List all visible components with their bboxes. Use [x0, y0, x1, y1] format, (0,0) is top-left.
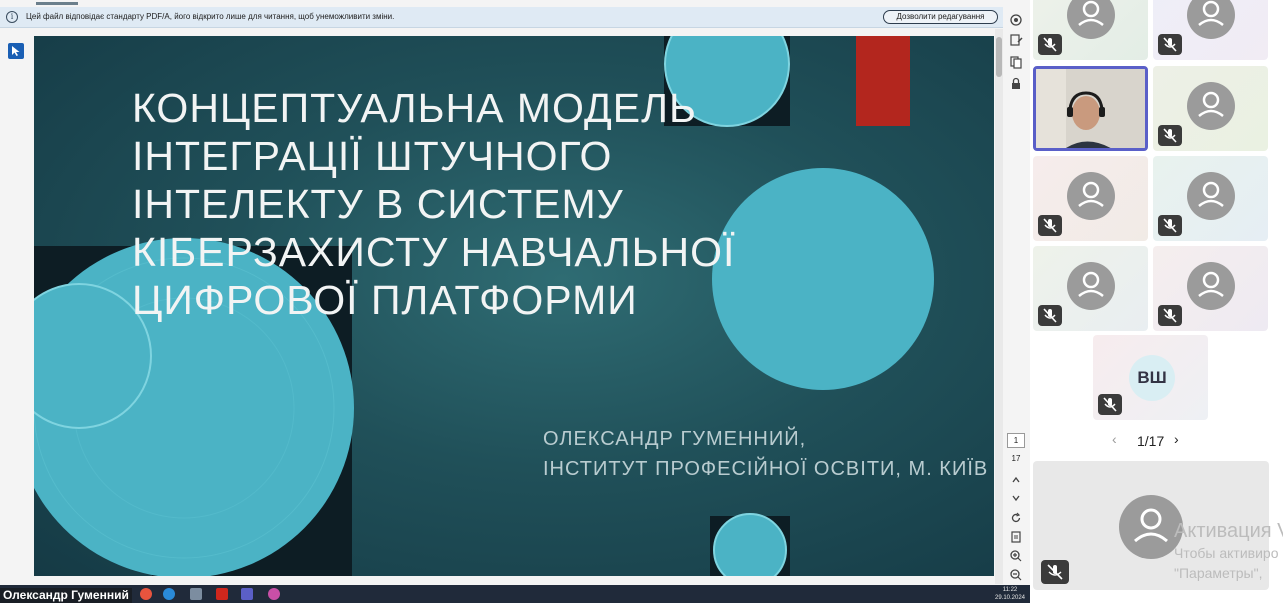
- mic-off-icon: [1158, 125, 1182, 146]
- mic-off-icon: [1038, 305, 1062, 326]
- person-icon: [1187, 172, 1235, 220]
- acrobat-icon[interactable]: [216, 588, 228, 600]
- windows-activation-watermark: Активация V Чтобы активиро "Параметры",: [1174, 519, 1283, 583]
- participant-tile[interactable]: [1033, 246, 1148, 331]
- left-toolbar: [0, 29, 33, 584]
- right-toolbar: [1005, 7, 1030, 584]
- slide-red-block: [856, 36, 910, 126]
- teams-icon[interactable]: [241, 588, 253, 600]
- page-total: 17: [1011, 454, 1021, 463]
- taskbar-clock: 11:22 29.10.2024: [993, 586, 1027, 602]
- protect-tool-icon[interactable]: [1009, 77, 1025, 91]
- person-icon: [1067, 172, 1115, 220]
- pdfa-notice-text: Цей файл відповідає стандарту PDF/A, йог…: [26, 12, 395, 21]
- shared-screen: i Цей файл відповідає стандарту PDF/A, й…: [0, 0, 1030, 603]
- slide-author-name: Олександр Гуменний,: [543, 428, 807, 450]
- app-icon[interactable]: [190, 588, 202, 600]
- activation-title: Активация V: [1174, 520, 1283, 542]
- next-page-chevron-icon[interactable]: ›: [1174, 431, 1190, 447]
- rotate-icon[interactable]: [1009, 511, 1025, 525]
- previous-page-chevron-icon[interactable]: ‹: [1112, 431, 1128, 447]
- comment-tool-icon[interactable]: [1009, 13, 1025, 27]
- person-icon: [1067, 0, 1115, 39]
- gallery-pager: ‹ 1/17 ›: [1112, 431, 1192, 451]
- vertical-scrollbar[interactable]: [995, 29, 1003, 584]
- activation-line: "Параметры",: [1174, 565, 1263, 581]
- participant-tile[interactable]: [1033, 156, 1148, 241]
- person-icon: [1187, 262, 1235, 310]
- zoom-in-icon[interactable]: [1009, 549, 1025, 563]
- edit-pdf-tool-icon[interactable]: [1009, 33, 1025, 47]
- zoom-out-icon[interactable]: [1009, 568, 1025, 582]
- slide-title: Концептуальна модель інтеграції штучного…: [132, 85, 736, 323]
- person-icon: [1067, 262, 1115, 310]
- gallery-page-count: 1/17: [1137, 433, 1165, 449]
- mic-off-icon: [1038, 215, 1062, 236]
- viewer-tab-strip: [0, 0, 1005, 7]
- edge-icon[interactable]: [163, 588, 175, 600]
- mic-off-icon: [1041, 560, 1069, 584]
- participant-tile[interactable]: [1153, 0, 1268, 60]
- slide-bottom-circle: [713, 513, 787, 576]
- select-cursor-tool-icon[interactable]: [8, 43, 24, 59]
- mic-off-icon: [1158, 305, 1182, 326]
- copy-pages-tool-icon[interactable]: [1009, 55, 1025, 69]
- participant-video: [1036, 69, 1145, 148]
- mic-off-icon: [1098, 394, 1122, 415]
- presentation-slide: Концептуальна модель інтеграції штучного…: [34, 36, 994, 576]
- slide-author: Олександр Гуменний, Інститут професійної…: [543, 424, 988, 484]
- meeting-window: i Цей файл відповідає стандарту PDF/A, й…: [0, 0, 1283, 603]
- info-icon: i: [6, 11, 18, 23]
- app-icon-2[interactable]: [268, 588, 280, 600]
- scrollbar-thumb[interactable]: [996, 37, 1002, 77]
- pdfa-notice-bar: i Цей файл відповідає стандарту PDF/A, й…: [0, 7, 1003, 28]
- participant-tile[interactable]: [1153, 156, 1268, 241]
- taskbar-time: 11:22: [1002, 587, 1018, 593]
- windows-taskbar: 11:22 29.10.2024: [0, 585, 1030, 603]
- mic-off-icon: [1158, 215, 1182, 236]
- scroll-down-icon[interactable]: [1009, 491, 1025, 505]
- participant-video-frame: [1036, 69, 1145, 148]
- participant-tile[interactable]: [1153, 66, 1268, 151]
- taskbar-date: 29.10.2024: [994, 595, 1026, 601]
- participant-initials: ВШ: [1129, 355, 1175, 401]
- presenter-name-label: Олександр Гуменний: [0, 588, 132, 603]
- participant-tile[interactable]: [1033, 0, 1148, 60]
- mic-off-icon: [1158, 34, 1182, 55]
- slide-author-institution: Інститут професійної освіти, м. Київ: [543, 458, 989, 480]
- participant-tile[interactable]: [1153, 246, 1268, 331]
- person-icon: [1187, 82, 1235, 130]
- page-view-icon[interactable]: [1009, 530, 1025, 544]
- active-tab-marker: [36, 2, 78, 5]
- participant-tile-initials[interactable]: ВШ: [1093, 335, 1208, 420]
- mic-off-icon: [1038, 34, 1062, 55]
- chrome-icon[interactable]: [140, 588, 152, 600]
- participant-video-tile[interactable]: [1033, 66, 1148, 151]
- person-icon: [1187, 0, 1235, 39]
- activation-line: Чтобы активиро: [1174, 545, 1279, 561]
- enable-editing-button[interactable]: Дозволити редагування: [883, 10, 998, 24]
- scroll-up-icon[interactable]: [1009, 473, 1025, 487]
- page-number-input[interactable]: 1: [1007, 433, 1025, 448]
